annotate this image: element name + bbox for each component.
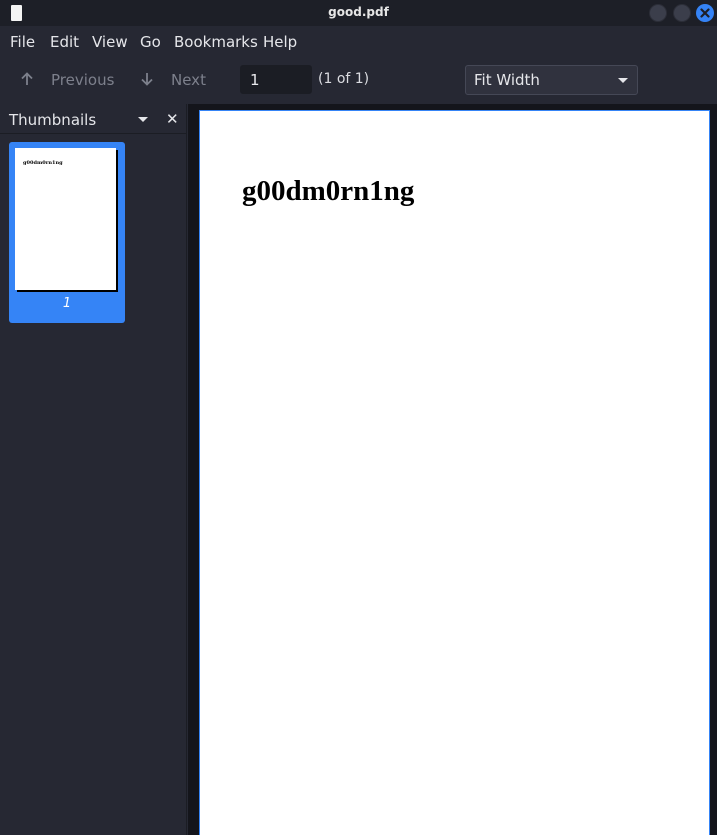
menu-view[interactable]: View	[92, 33, 128, 51]
document-viewer[interactable]: g00dm0rn1ng	[188, 104, 717, 835]
close-window-button[interactable]	[696, 4, 714, 22]
zoom-value: Fit Width	[474, 71, 540, 89]
thumbnail-item[interactable]: g00dm0rn1ng 1	[9, 142, 125, 323]
document-heading: g00dm0rn1ng	[242, 175, 415, 207]
thumbnail-page-number: 1	[62, 296, 72, 311]
arrow-up-icon	[21, 72, 33, 85]
minimize-button[interactable]	[649, 4, 667, 22]
menu-help[interactable]: Help	[263, 33, 297, 51]
chevron-down-icon	[618, 78, 628, 83]
thumbnail-preview: g00dm0rn1ng	[15, 148, 116, 290]
menu-bar: File Edit View Go Bookmarks Help	[0, 26, 717, 58]
sidebar: Thumbnails ✕ g00dm0rn1ng 1	[0, 104, 187, 835]
menu-go[interactable]: Go	[140, 33, 161, 51]
arrow-down-icon	[141, 73, 153, 86]
title-bar: good.pdf	[0, 0, 717, 26]
menu-edit[interactable]: Edit	[50, 33, 79, 51]
menu-bookmarks[interactable]: Bookmarks	[174, 33, 258, 51]
window-title: good.pdf	[328, 5, 389, 19]
previous-label: Previous	[51, 71, 115, 89]
maximize-button[interactable]	[673, 4, 691, 22]
sidebar-header: Thumbnails ✕	[0, 104, 187, 134]
document-page: g00dm0rn1ng	[199, 110, 710, 835]
sidebar-title: Thumbnails	[9, 111, 97, 129]
page-number-input[interactable]: 1	[240, 65, 312, 94]
menu-file[interactable]: File	[10, 33, 35, 51]
next-label: Next	[171, 71, 206, 89]
page-count: (1 of 1)	[318, 71, 370, 87]
zoom-select[interactable]: Fit Width	[465, 65, 638, 95]
sidebar-close-icon[interactable]: ✕	[166, 110, 179, 128]
sidebar-mode-dropdown[interactable]	[138, 117, 148, 122]
toolbar: Previous Next 1 (1 of 1) Fit Width	[0, 58, 717, 104]
close-icon	[700, 8, 710, 18]
thumbnail-preview-text: g00dm0rn1ng	[23, 160, 63, 166]
